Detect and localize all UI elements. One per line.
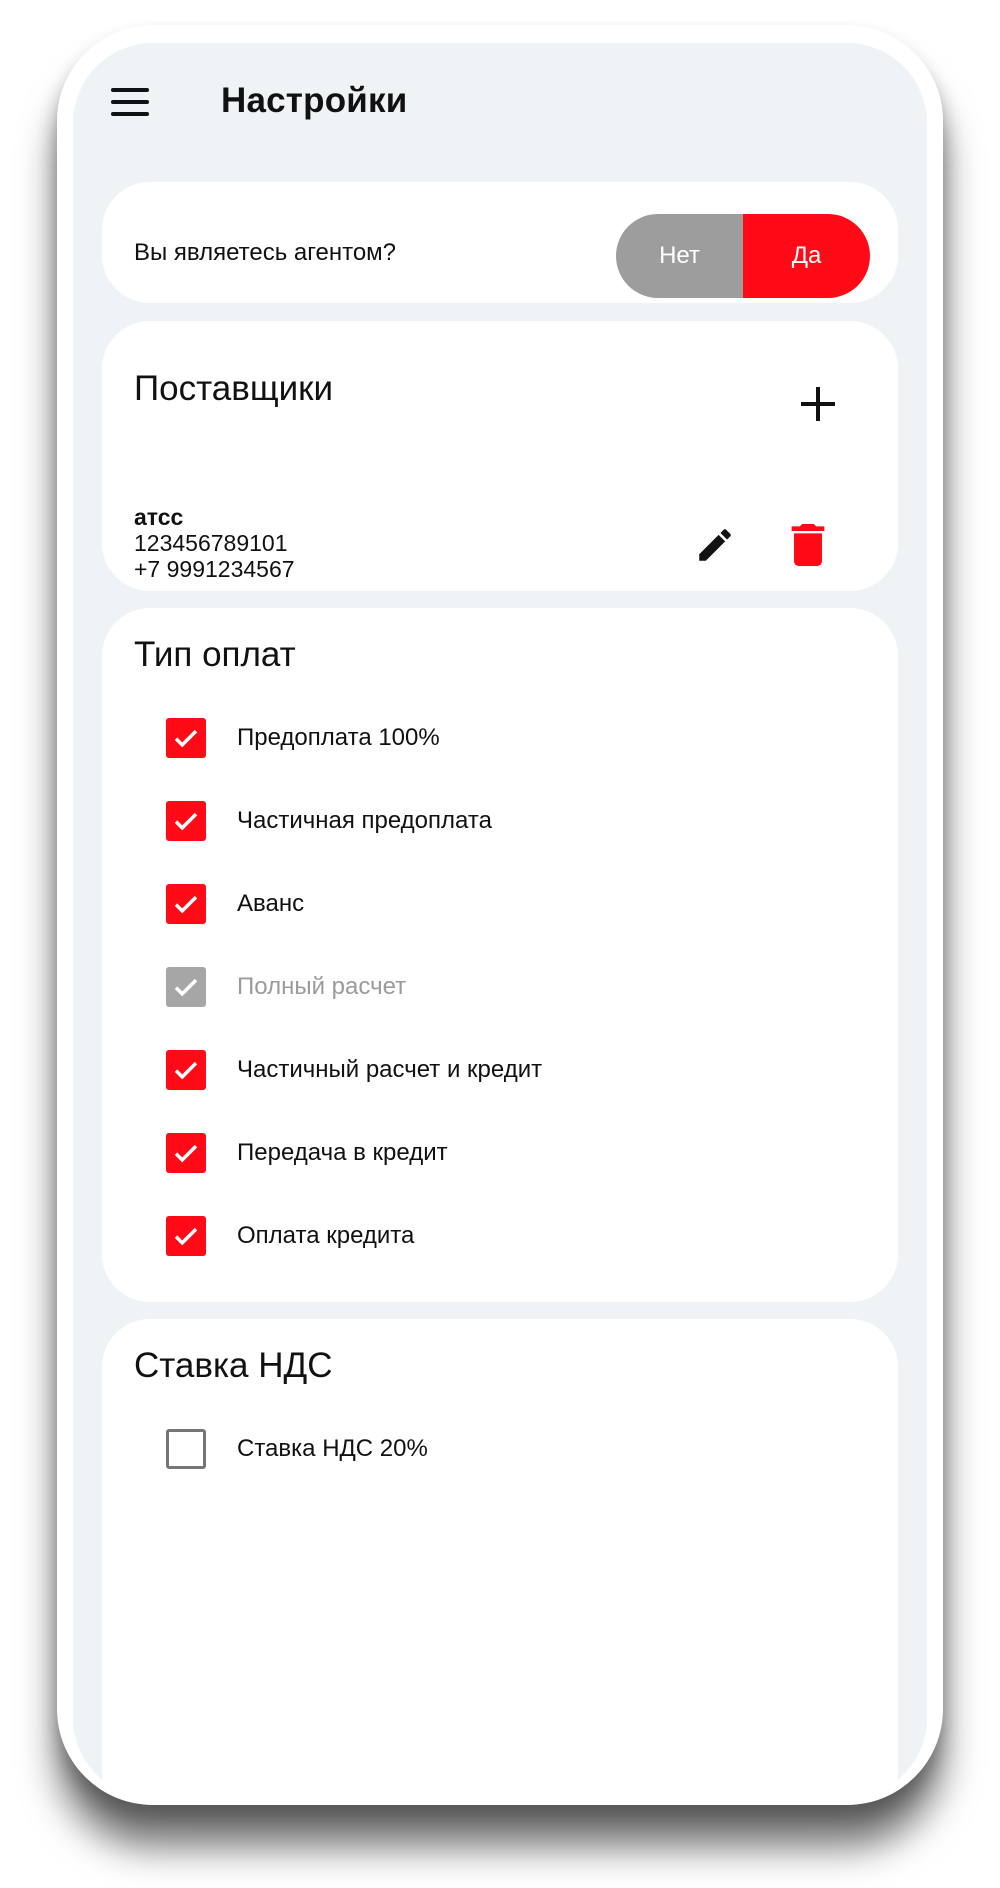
payment-option-partial-payment-credit[interactable]: Частичный расчет и кредит — [166, 1050, 866, 1090]
settings-screen: Настройки Вы являетесь агентом? Нет Да П… — [73, 43, 927, 1798]
suppliers-title: Поставщики — [134, 369, 334, 408]
agent-toggle[interactable]: Нет Да — [616, 214, 870, 298]
payment-types-title: Тип оплат — [134, 635, 296, 674]
agent-question: Вы являетесь агентом? — [134, 239, 397, 266]
payment-option-advance[interactable]: Аванс — [166, 884, 866, 924]
payment-option-partial-prepayment[interactable]: Частичная предоплата — [166, 801, 866, 841]
suppliers-card: Поставщики атсс 123456789101 +7 99912345… — [102, 321, 898, 591]
payment-option-label: Частичный расчет и кредит — [237, 1056, 543, 1083]
payment-option-label: Аванс — [237, 890, 305, 917]
payment-option-prepayment-100[interactable]: Предоплата 100% — [166, 718, 866, 758]
checkbox-checked[interactable] — [166, 1216, 206, 1256]
vat-option-label: Ставка НДС 20% — [237, 1435, 428, 1462]
checkmark-icon — [174, 729, 198, 748]
agent-card: Вы являетесь агентом? Нет Да — [102, 182, 898, 303]
checkmark-icon — [174, 978, 198, 997]
supplier-inn: 123456789101 — [134, 530, 288, 556]
checkbox-checked[interactable] — [166, 718, 206, 758]
payment-option-credit-transfer[interactable]: Передача в кредит — [166, 1133, 866, 1173]
checkmark-icon — [174, 1227, 198, 1246]
menu-icon[interactable] — [111, 88, 149, 116]
checkmark-icon — [174, 1061, 198, 1080]
agent-option-no[interactable]: Нет — [616, 214, 743, 298]
agent-option-yes[interactable]: Да — [743, 214, 870, 298]
page-title: Настройки — [221, 81, 408, 120]
phone-frame: Настройки Вы являетесь агентом? Нет Да П… — [57, 25, 943, 1805]
checkbox-checked[interactable] — [166, 1133, 206, 1173]
payment-types-card: Тип оплат Предоплата 100% Частичная пред… — [102, 608, 898, 1302]
checkbox-unchecked[interactable] — [166, 1429, 206, 1469]
checkbox-checked[interactable] — [166, 801, 206, 841]
vat-card: Ставка НДС Ставка НДС 20% — [102, 1319, 898, 1798]
vat-title: Ставка НДС — [134, 1346, 333, 1385]
supplier-phone: +7 9991234567 — [134, 556, 295, 582]
payment-option-label: Частичная предоплата — [237, 807, 492, 834]
checkmark-icon — [174, 895, 198, 914]
supplier-name: атсс — [134, 504, 184, 530]
vat-option-20[interactable]: Ставка НДС 20% — [166, 1429, 866, 1469]
payment-option-label: Передача в кредит — [237, 1139, 448, 1166]
payment-option-label: Полный расчет — [237, 973, 407, 1000]
payment-option-label: Предоплата 100% — [237, 724, 440, 751]
add-supplier-icon[interactable] — [801, 387, 835, 421]
payment-option-credit-payment[interactable]: Оплата кредита — [166, 1216, 866, 1256]
checkbox-checked[interactable] — [166, 884, 206, 924]
checkbox-checked[interactable] — [166, 1050, 206, 1090]
delete-icon[interactable] — [790, 524, 826, 566]
checkmark-icon — [174, 812, 198, 831]
edit-icon[interactable] — [694, 524, 736, 566]
checkbox-checked-disabled — [166, 967, 206, 1007]
payment-option-label: Оплата кредита — [237, 1222, 415, 1249]
payment-option-full-payment: Полный расчет — [166, 967, 866, 1007]
checkmark-icon — [174, 1144, 198, 1163]
